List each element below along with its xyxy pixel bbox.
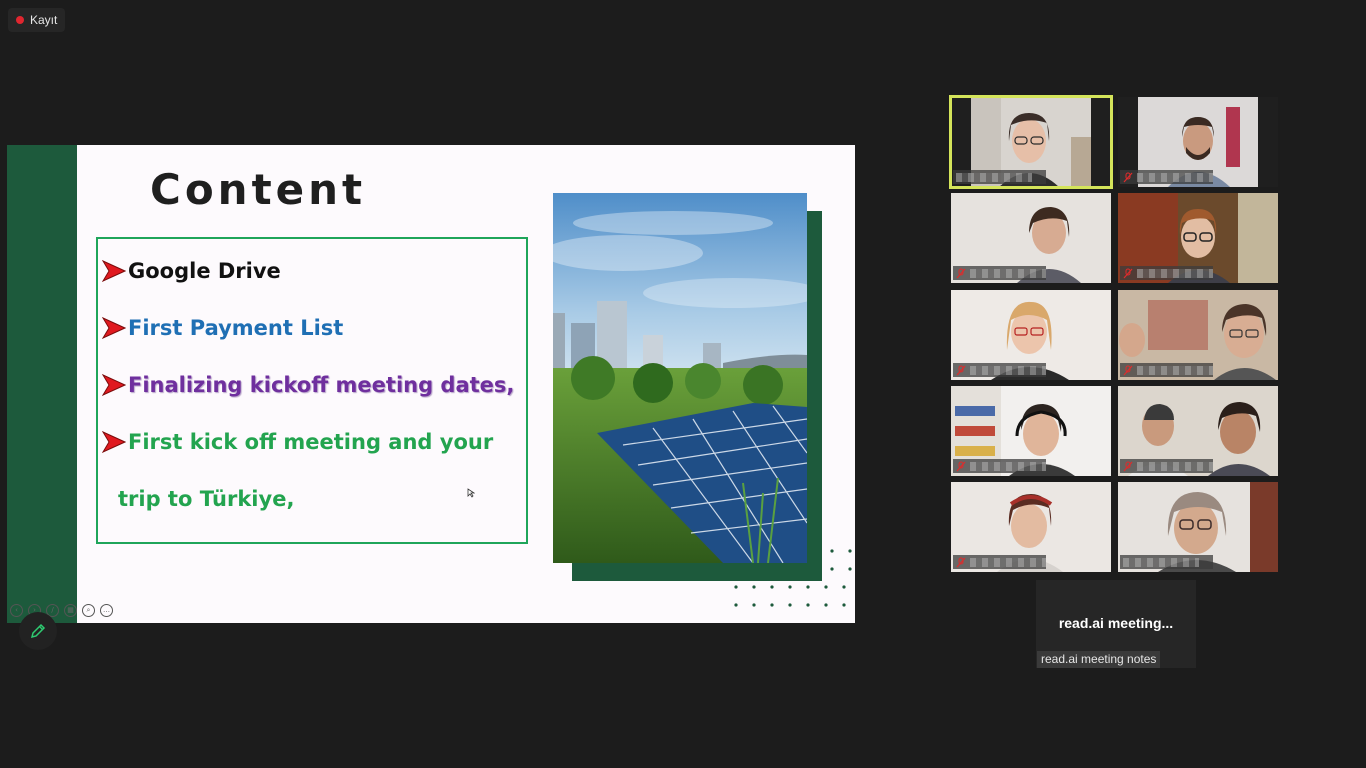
mouse-cursor-icon — [467, 488, 475, 498]
participant-name-bar — [953, 555, 1046, 569]
muted-mic-icon — [956, 557, 966, 567]
participant-video-tile[interactable] — [1118, 290, 1278, 380]
bullet-text: Google Drive — [128, 259, 281, 283]
participant-name-bar — [1120, 170, 1213, 184]
participant-name-bar — [1120, 266, 1213, 280]
participant-video-tile[interactable] — [951, 193, 1111, 283]
participant-video-tile[interactable] — [1118, 193, 1278, 283]
muted-mic-icon — [1123, 172, 1133, 182]
participant-name-blurred — [1137, 268, 1213, 278]
record-dot-icon — [16, 16, 24, 24]
participant-video-tile[interactable] — [951, 290, 1111, 380]
bullet-text: Finalizing kickoff meeting dates, — [128, 373, 515, 397]
arrow-bullet-icon — [102, 431, 126, 453]
slide-title: Content — [150, 165, 367, 214]
participant-name-blurred — [1137, 461, 1213, 471]
previous-slide-icon[interactable]: ‹ — [10, 604, 23, 617]
participant-name-bar — [1120, 555, 1213, 569]
participant-name-blurred — [1137, 172, 1213, 182]
arrow-bullet-icon — [102, 317, 126, 339]
participant-name-bar — [953, 459, 1046, 473]
participant-name-blurred — [970, 268, 1046, 278]
participant-video-tile[interactable] — [949, 95, 1113, 189]
muted-mic-icon — [956, 461, 966, 471]
recording-indicator[interactable]: Kayıt — [8, 8, 66, 32]
muted-mic-icon — [1123, 365, 1133, 375]
recording-label: Kayıt — [30, 13, 58, 27]
muted-mic-icon — [1123, 268, 1133, 278]
arrow-bullet-icon — [102, 260, 126, 282]
participant-video-tile[interactable] — [1118, 97, 1278, 187]
participant-name-blurred — [1123, 557, 1199, 567]
participant-video-tile[interactable] — [951, 482, 1111, 572]
slide-bullet-continuation: trip to Türkiye, — [118, 487, 294, 511]
participant-name-blurred — [970, 557, 1046, 567]
bullet-text: trip to Türkiye, — [118, 487, 295, 511]
slide-bullet: Google Drive — [102, 259, 281, 283]
slide-bullet: Finalizing kickoff meeting dates, — [102, 373, 514, 397]
participant-name-bar — [1120, 459, 1213, 473]
participant-name-blurred — [970, 461, 1046, 471]
solar-city-image — [553, 193, 807, 563]
more-options-icon[interactable]: … — [100, 604, 113, 617]
zoom-icon[interactable]: ⌕ — [82, 604, 95, 617]
arrow-bullet-icon — [102, 374, 126, 396]
bullet-text: First kick off meeting and your — [128, 430, 494, 454]
bullet-text: First Payment List — [128, 316, 344, 340]
participant-video-tile[interactable] — [1118, 386, 1278, 476]
readai-name-tag: read.ai meeting notes — [1037, 651, 1161, 668]
participant-name-bar — [1120, 363, 1213, 377]
slide-side-band — [7, 145, 77, 623]
participant-video-tile[interactable] — [951, 386, 1111, 476]
slide-bullet-box: Google Drive First Payment List Finalizi… — [96, 237, 528, 544]
participant-video-tile[interactable] — [1118, 482, 1278, 572]
muted-mic-icon — [956, 365, 966, 375]
participant-name-bar — [953, 363, 1046, 377]
muted-mic-icon — [956, 268, 966, 278]
shared-slide: Content Google Drive First Payment List … — [7, 145, 855, 623]
participant-name-bar — [953, 170, 1046, 184]
solar-panel-photo — [553, 193, 807, 563]
participant-name-blurred — [1137, 365, 1213, 375]
pencil-icon — [30, 623, 46, 639]
slide-bullet: First kick off meeting and your — [102, 430, 493, 454]
slides-grid-icon[interactable]: ▦ — [64, 604, 77, 617]
participant-name-bar — [953, 266, 1046, 280]
readai-bot-tile[interactable]: read.ai meeting... read.ai meeting notes — [1036, 580, 1196, 668]
decorative-dots — [734, 549, 852, 607]
slide-bullet: First Payment List — [102, 316, 343, 340]
participant-name-blurred — [956, 172, 1032, 182]
participant-name-blurred — [970, 365, 1046, 375]
muted-mic-icon — [1123, 461, 1133, 471]
readai-tile-label: read.ai meeting... — [1058, 615, 1174, 631]
annotate-button[interactable] — [19, 612, 57, 650]
